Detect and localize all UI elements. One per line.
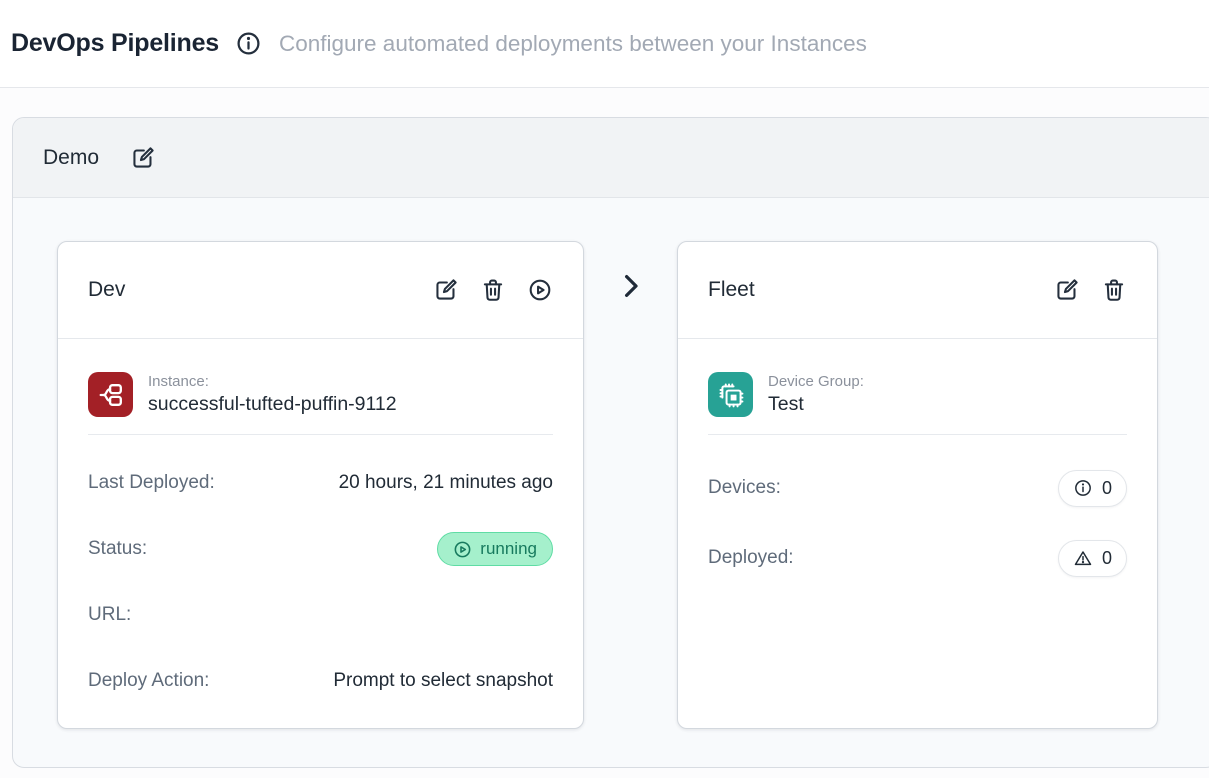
dev-delete-icon[interactable]	[480, 277, 506, 303]
instance-label: Instance:	[148, 373, 397, 390]
fleet-card-actions	[1054, 277, 1127, 303]
pipeline-edit-icon[interactable]	[130, 145, 156, 171]
dev-card-body: Instance: successful-tufted-puffin-9112 …	[58, 339, 583, 701]
deploy-action-row: Deploy Action: Prompt to select snapshot	[88, 661, 553, 701]
fleet-card-body: Device Group: Test Devices:	[678, 339, 1157, 579]
page-subtitle: Configure automated deployments between …	[279, 31, 867, 57]
instance-row: Instance: successful-tufted-puffin-9112	[88, 372, 553, 417]
dev-rows: Last Deployed: 20 hours, 21 minutes ago …	[88, 463, 553, 701]
pipeline-name: Demo	[43, 146, 99, 170]
status-badge: running	[437, 532, 553, 566]
chevron-right-icon	[616, 271, 646, 301]
device-group-chip-icon	[708, 372, 753, 417]
fleet-card-title: Fleet	[708, 278, 755, 302]
devices-count: 0	[1102, 478, 1112, 499]
stage-connector	[584, 241, 677, 301]
page-header: DevOps Pipelines Configure automated dep…	[0, 0, 1209, 88]
dev-run-icon[interactable]	[527, 277, 553, 303]
devices-row: Devices: 0	[708, 467, 1127, 509]
deployed-count: 0	[1102, 548, 1112, 569]
device-group-text: Device Group: Test	[768, 373, 864, 416]
dev-edit-icon[interactable]	[433, 277, 459, 303]
deployed-row: Deployed: 0	[708, 537, 1127, 579]
status-badge-text: running	[480, 539, 537, 559]
fleet-card-header: Fleet	[678, 242, 1157, 339]
page-title: DevOps Pipelines	[11, 29, 219, 58]
device-group-row: Device Group: Test	[708, 372, 1127, 417]
pipeline-panel: Demo Dev	[12, 117, 1209, 768]
fleet-rows: Devices: 0 Deployed:	[708, 467, 1127, 579]
dev-card-actions	[433, 277, 553, 303]
instance-icon	[88, 372, 133, 417]
fleet-divider	[708, 434, 1127, 435]
fleet-stage-card: Fleet	[677, 241, 1158, 729]
status-play-icon	[453, 540, 472, 559]
fleet-delete-icon[interactable]	[1101, 277, 1127, 303]
last-deployed-row: Last Deployed: 20 hours, 21 minutes ago	[88, 463, 553, 503]
instance-name: successful-tufted-puffin-9112	[148, 393, 397, 416]
device-group-name: Test	[768, 393, 864, 416]
deployed-warning-icon	[1073, 548, 1093, 568]
device-group-label: Device Group:	[768, 373, 864, 390]
deployed-label: Deployed:	[708, 547, 794, 569]
url-label: URL:	[88, 604, 131, 626]
dev-card-header: Dev	[58, 242, 583, 339]
pipeline-panel-header: Demo	[13, 118, 1209, 198]
devices-label: Devices:	[708, 477, 781, 499]
devices-info-icon	[1073, 478, 1093, 498]
deploy-action-label: Deploy Action:	[88, 670, 209, 692]
dev-card-title: Dev	[88, 278, 125, 302]
last-deployed-value: 20 hours, 21 minutes ago	[339, 472, 553, 494]
devices-count-badge[interactable]: 0	[1058, 470, 1127, 507]
dev-divider	[88, 434, 553, 435]
deploy-action-value: Prompt to select snapshot	[333, 670, 553, 692]
status-row: Status: running	[88, 529, 553, 569]
dev-stage-card: Dev	[57, 241, 584, 729]
status-label: Status:	[88, 538, 147, 560]
info-circle-icon[interactable]	[235, 30, 262, 57]
url-row: URL:	[88, 595, 553, 635]
pipeline-stages: Dev	[13, 198, 1209, 729]
fleet-edit-icon[interactable]	[1054, 277, 1080, 303]
last-deployed-label: Last Deployed:	[88, 472, 215, 494]
instance-text: Instance: successful-tufted-puffin-9112	[148, 373, 397, 416]
deployed-count-badge[interactable]: 0	[1058, 540, 1127, 577]
